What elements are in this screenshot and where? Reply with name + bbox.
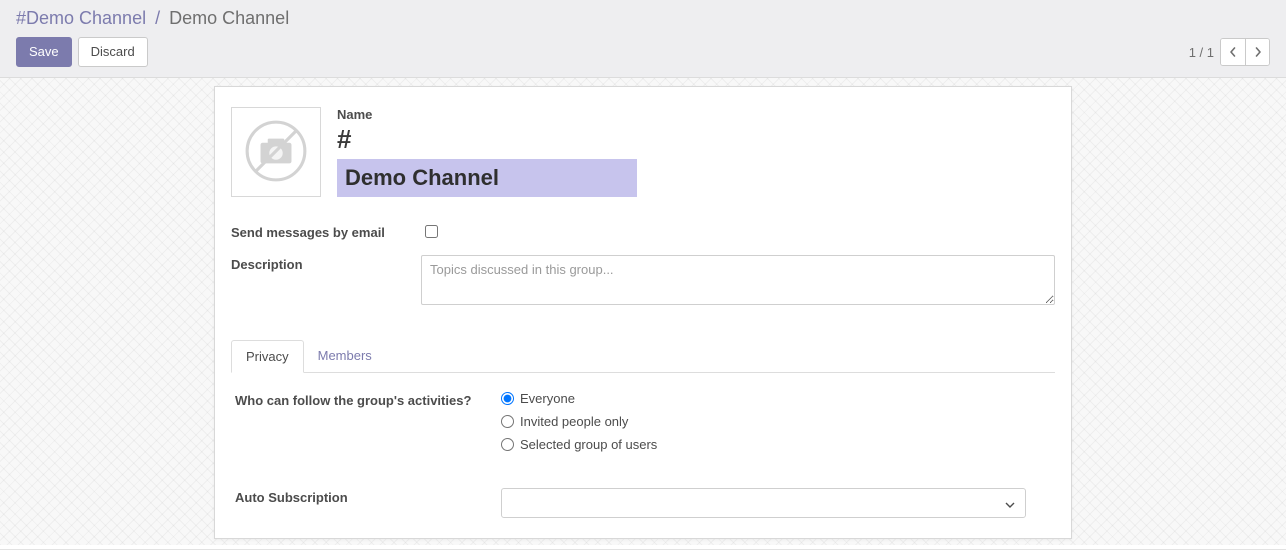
description-textarea[interactable] <box>421 255 1055 305</box>
follow-option-label: Everyone <box>520 391 575 406</box>
save-button[interactable]: Save <box>16 37 72 67</box>
send-email-checkbox[interactable] <box>425 225 438 238</box>
action-buttons: Save Discard <box>16 37 148 67</box>
follow-option-invited[interactable]: Invited people only <box>501 414 1051 429</box>
follow-option-label: Invited people only <box>520 414 628 429</box>
follow-radio-everyone[interactable] <box>501 392 514 405</box>
tab-privacy[interactable]: Privacy <box>231 340 304 373</box>
chevron-right-icon <box>1253 45 1263 60</box>
follow-radio-invited[interactable] <box>501 415 514 428</box>
send-email-label: Send messages by email <box>231 223 411 240</box>
form-sheet: Name # Send messages by email Descriptio… <box>214 86 1072 539</box>
discard-button[interactable]: Discard <box>78 37 148 67</box>
pager-text: 1 / 1 <box>1189 45 1214 60</box>
auto-sub-label: Auto Subscription <box>235 488 495 505</box>
follow-radio-selected[interactable] <box>501 438 514 451</box>
follow-label: Who can follow the group's activities? <box>235 391 495 408</box>
pager-prev-button[interactable] <box>1221 39 1245 65</box>
breadcrumb-sep: / <box>155 8 160 28</box>
page-end-divider <box>0 549 1286 550</box>
breadcrumb-root[interactable]: #Demo Channel <box>16 8 146 28</box>
breadcrumb: #Demo Channel / Demo Channel <box>16 0 1270 37</box>
breadcrumb-current: Demo Channel <box>169 8 289 28</box>
name-label: Name <box>337 107 1055 122</box>
camera-placeholder-icon <box>243 118 309 187</box>
follow-option-selected[interactable]: Selected group of users <box>501 437 1051 452</box>
chevron-left-icon <box>1228 45 1238 60</box>
pager: 1 / 1 <box>1189 38 1270 66</box>
form-tabs: Privacy Members <box>231 340 1055 373</box>
name-prefix: # <box>337 124 1055 155</box>
auto-sub-select[interactable] <box>501 488 1026 518</box>
tab-members[interactable]: Members <box>304 340 386 373</box>
description-label: Description <box>231 255 411 272</box>
follow-option-label: Selected group of users <box>520 437 657 452</box>
follow-options: Everyone Invited people only Selected gr… <box>501 391 1051 452</box>
pager-next-button[interactable] <box>1245 39 1269 65</box>
caret-down-icon <box>1005 496 1015 511</box>
channel-name-input[interactable] <box>337 159 637 197</box>
follow-option-everyone[interactable]: Everyone <box>501 391 1051 406</box>
channel-image[interactable] <box>231 107 321 197</box>
